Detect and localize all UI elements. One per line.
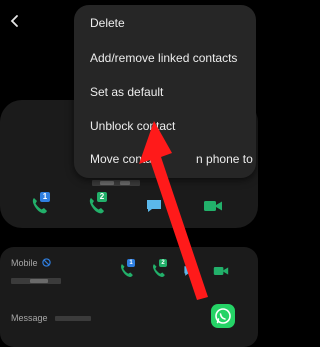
menu-item-move-contact-end: n phone to [196,152,253,166]
call-sim1-button[interactable]: 1 [28,192,52,217]
message-icon [147,200,161,212]
video-camera-icon [204,201,222,211]
back-button[interactable] [2,8,28,34]
context-menu: Delete Add/remove linked contacts Set as… [74,5,256,178]
phone-number-redacted-part [30,279,48,283]
sim2-badge: 2 [97,192,107,202]
menu-item-add-remove-linked-contacts[interactable]: Add/remove linked contacts [90,51,237,65]
video-call-button[interactable] [202,196,224,216]
message-button[interactable] [144,196,164,216]
menu-item-unblock-contact[interactable]: Unblock contact [90,119,175,133]
sim2-badge: 2 [159,259,167,267]
menu-item-set-as-default[interactable]: Set as default [90,85,163,99]
message-icon [184,266,196,276]
chevron-left-icon [10,15,18,27]
message-value-redacted [55,316,91,321]
contact-name-redacted-part [100,181,114,185]
video-camera-icon [213,267,229,275]
mobile-call-sim1-button[interactable]: 1 [117,259,137,280]
mobile-label-row: Mobile [11,258,51,268]
sim1-badge: 1 [40,192,50,202]
message-label: Message [11,313,48,323]
block-icon [42,258,51,267]
whatsapp-icon [211,304,235,328]
mobile-message-button[interactable] [182,263,198,279]
mobile-label: Mobile [11,258,38,268]
call-sim2-button[interactable]: 2 [85,192,109,217]
menu-item-move-contact[interactable]: Move contac n phone to [90,152,253,166]
mobile-call-sim2-button[interactable]: 2 [149,259,169,280]
whatsapp-button[interactable] [210,303,236,329]
contact-name-redacted-part [120,181,130,185]
mobile-video-call-button[interactable] [212,263,230,279]
sim1-badge: 1 [127,259,135,267]
menu-item-delete[interactable]: Delete [90,16,125,30]
menu-item-move-contact-start: Move contac [90,152,159,166]
